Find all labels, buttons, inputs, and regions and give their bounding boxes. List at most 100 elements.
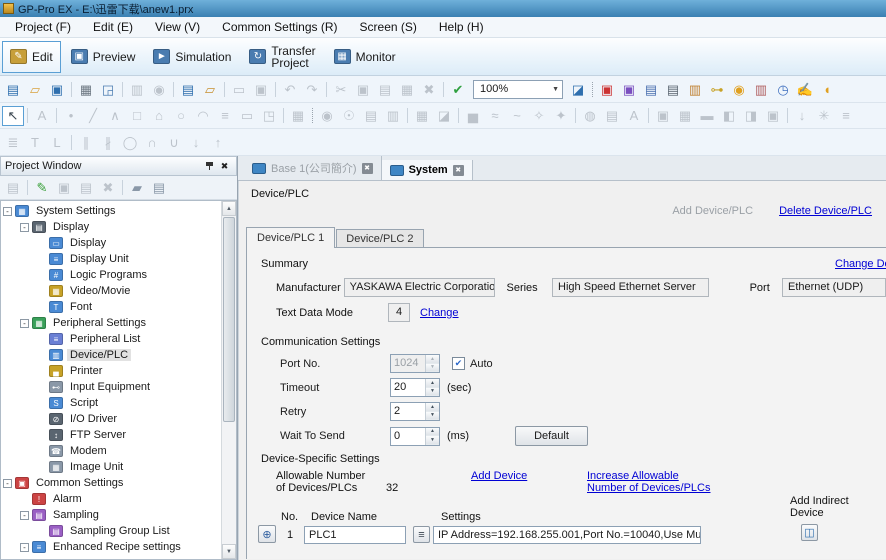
separator[interactable]	[309, 106, 316, 126]
tree-item-label[interactable]: Display Unit	[67, 253, 132, 265]
zoom-select[interactable]: 100% ▼	[473, 80, 563, 99]
tab-device-plc-2[interactable]: Device/PLC 2	[336, 229, 423, 248]
spin-up-icon[interactable]: ▲	[426, 379, 439, 388]
separator[interactable]	[440, 79, 447, 99]
tree-item-label[interactable]: Image Unit	[67, 461, 126, 473]
tree-display[interactable]: - ▭ Display	[1, 235, 221, 251]
spin-up-icon[interactable]: ▲	[426, 403, 439, 412]
error-check-icon[interactable]: ✔	[447, 79, 469, 99]
tree-input-equipment[interactable]: - ⊷ Input Equipment	[1, 379, 221, 395]
tree-expander-icon[interactable]: -	[20, 319, 29, 328]
tree-item-label[interactable]: Enhanced Recipe settings	[50, 541, 184, 553]
tree-device-plc[interactable]: - ▥ Device/PLC	[1, 347, 221, 363]
alarm-settings-icon[interactable]: ▣	[596, 79, 618, 99]
preview-screen-icon[interactable]: ◪	[567, 79, 589, 99]
separator[interactable]	[170, 79, 177, 99]
print-preview-icon[interactable]: ◲	[97, 79, 119, 99]
separator[interactable]	[645, 106, 652, 126]
separator[interactable]	[24, 106, 31, 126]
separator[interactable]	[323, 79, 330, 99]
edit-item-icon[interactable]: ✎	[31, 178, 53, 198]
change-device-plc-link[interactable]: Change Device/PLC	[835, 258, 886, 270]
edit-data-icon[interactable]: ▥	[684, 79, 706, 99]
tree-item-label[interactable]: Sampling	[50, 509, 102, 521]
security-key-icon[interactable]: ⊶	[706, 79, 728, 99]
device-settings-button[interactable]: ≡	[413, 526, 430, 543]
tab-base-1[interactable]: Base 1(公司簡介) ✖	[244, 156, 382, 180]
tab-device-plc-1[interactable]: Device/PLC 1	[246, 227, 335, 248]
edit-mode-button[interactable]: ✎ Edit	[2, 41, 61, 73]
info-icon[interactable]: ◉	[728, 79, 750, 99]
scroll-up-icon[interactable]: ▲	[222, 201, 236, 216]
tree-peripheral-settings[interactable]: - ▦ Peripheral Settings	[1, 315, 221, 331]
tree-expander-icon[interactable]: -	[20, 511, 29, 520]
pin-icon[interactable]	[202, 159, 217, 173]
menu-project[interactable]: Project (F)	[4, 18, 82, 36]
menu-common-settings[interactable]: Common Settings (R)	[211, 18, 348, 36]
tree-io-driver[interactable]: - ⊘ I/O Driver	[1, 411, 221, 427]
tree-expander-icon[interactable]: -	[3, 479, 12, 488]
tree-common-settings[interactable]: - ▣ Common Settings	[1, 475, 221, 491]
add-indirect-device-button[interactable]: ◫	[801, 524, 818, 541]
increase-allowable-link-line2[interactable]: Number of Devices/PLCs	[587, 482, 711, 494]
open-screen-icon[interactable]: ▱	[199, 79, 221, 99]
separator[interactable]	[68, 132, 75, 152]
tree-sampling-group-list[interactable]: - ▤ Sampling Group List	[1, 523, 221, 539]
menu-screen[interactable]: Screen (S)	[349, 18, 428, 36]
default-button[interactable]: Default	[515, 426, 588, 446]
separator[interactable]	[404, 106, 411, 126]
tree-system-settings[interactable]: - ▦ System Settings	[1, 203, 221, 219]
separator[interactable]	[272, 79, 279, 99]
tree-expander-icon[interactable]: -	[20, 223, 29, 232]
tree-item-label[interactable]: Script	[67, 397, 101, 409]
scroll-down-icon[interactable]: ▼	[222, 544, 236, 559]
delete-device-plc-link[interactable]: Delete Device/PLC	[779, 205, 872, 217]
tree-item-label[interactable]: FTP Server	[67, 429, 129, 441]
print-icon[interactable]: ▦	[75, 79, 97, 99]
close-icon[interactable]: ✖	[217, 159, 232, 173]
tree-logic-programs[interactable]: - # Logic Programs	[1, 267, 221, 283]
sampling-settings-icon[interactable]: ▣	[618, 79, 640, 99]
tab-system[interactable]: System ✖	[382, 160, 473, 180]
menu-view[interactable]: View (V)	[144, 18, 211, 36]
tree-item-label[interactable]: Alarm	[50, 493, 85, 505]
chevron-down-icon[interactable]: ▼	[552, 86, 559, 93]
tree-modem[interactable]: - ☎ Modem	[1, 443, 221, 459]
increase-allowable-link-line1[interactable]: Increase Allowable	[587, 470, 679, 482]
tree-item-label[interactable]: Device/PLC	[67, 349, 131, 361]
close-tab-icon[interactable]: ✖	[362, 163, 373, 174]
add-device-link[interactable]: Add Device	[471, 470, 527, 482]
tree-image-unit[interactable]: - ▦ Image Unit	[1, 459, 221, 475]
tree-item-label[interactable]: System Settings	[33, 205, 118, 217]
tree-item-label[interactable]: Sampling Group List	[67, 525, 173, 537]
save-project-icon[interactable]: ▣	[46, 79, 68, 99]
transfer-project-button[interactable]: ↻ Transfer Project	[241, 41, 323, 73]
select-tool-icon[interactable]: ↖	[2, 106, 24, 126]
clipped-icon[interactable]: ◖	[816, 79, 838, 99]
data-container-icon[interactable]: ▥	[750, 79, 772, 99]
tree-peripheral-list[interactable]: - ≡ Peripheral List	[1, 331, 221, 347]
tree-item-label[interactable]: Font	[67, 301, 95, 313]
separator[interactable]	[68, 79, 75, 99]
separator[interactable]	[572, 106, 579, 126]
separator[interactable]	[455, 106, 462, 126]
csv-data-icon[interactable]: ▤	[662, 79, 684, 99]
preview-button[interactable]: ▣ Preview	[63, 41, 144, 73]
simulation-button[interactable]: ► Simulation	[145, 41, 239, 73]
tree-display-unit[interactable]: - ≡ Display Unit	[1, 251, 221, 267]
wait-to-send-spinner[interactable]: 0 ▲▼	[390, 427, 440, 446]
separator[interactable]	[119, 178, 126, 198]
tree-expander-icon[interactable]: -	[3, 207, 12, 216]
tree-item-label[interactable]: Printer	[67, 365, 105, 377]
new-project-icon[interactable]: ▤	[2, 79, 24, 99]
screen-list-icon[interactable]: ▰	[126, 178, 148, 198]
device-properties-button[interactable]: ⊕	[258, 525, 276, 543]
separator[interactable]	[119, 79, 126, 99]
tree-item-label[interactable]: Modem	[67, 445, 110, 457]
spin-down-icon[interactable]: ▼	[426, 412, 439, 421]
touch-settings-icon[interactable]: ✍	[794, 79, 816, 99]
tree-item-label[interactable]: Video/Movie	[67, 285, 133, 297]
device-name-input[interactable]: PLC1	[304, 526, 406, 544]
scroll-thumb[interactable]	[223, 217, 235, 422]
separator[interactable]	[589, 79, 596, 99]
